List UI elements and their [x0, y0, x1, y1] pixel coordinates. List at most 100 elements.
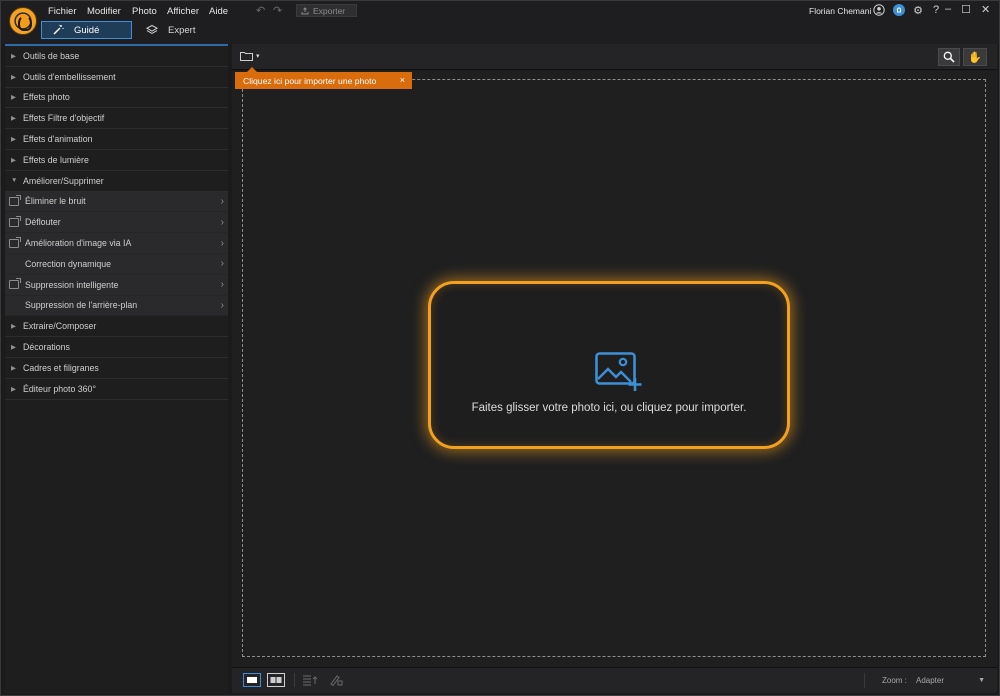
redo-icon[interactable]: ↷: [273, 4, 282, 17]
expand-arrow-icon: ▶: [11, 136, 16, 144]
export-button[interactable]: Exporter: [296, 4, 357, 17]
divider: [294, 673, 295, 687]
sidebar-item-effets-animation[interactable]: ▶ Effets d'animation: [5, 129, 228, 150]
dropdown-arrow-icon: ▼: [978, 676, 985, 684]
zoom-tool-button[interactable]: [938, 48, 960, 66]
dropdown-arrow-icon: ▾: [256, 53, 260, 60]
magnifier-icon: [943, 51, 955, 63]
photo-canvas[interactable]: Cliquez ici pour importer une photo × Fa…: [232, 67, 997, 667]
maximize-icon[interactable]: ☐: [961, 3, 971, 16]
sidebar-subitem-suppression-arriere-plan[interactable]: Suppression de l'arrière-plan ›: [5, 295, 228, 317]
sidebar-subitem-label: Correction dynamique: [25, 258, 112, 269]
tab-guided[interactable]: Guidé: [41, 21, 132, 39]
chevron-right-icon: ›: [220, 279, 224, 291]
chevron-right-icon: ›: [220, 258, 224, 270]
expand-arrow-icon: ▶: [11, 156, 16, 164]
single-view-button[interactable]: [243, 673, 261, 687]
export-label: Exporter: [313, 5, 346, 16]
sidebar-subitem-correction-dynamique[interactable]: Correction dynamique ›: [5, 253, 228, 275]
menu-photo[interactable]: Photo: [132, 6, 157, 17]
sidebar-subitem-amelioration-ia[interactable]: Amélioration d'image via IA ›: [5, 233, 228, 254]
hand-icon: ✋: [968, 51, 982, 64]
settings-gear-icon[interactable]: ⚙: [912, 4, 924, 17]
account-icon[interactable]: [873, 4, 885, 16]
open-folder-button[interactable]: ▾: [240, 51, 260, 61]
collapse-arrow-icon: ▼: [11, 177, 18, 185]
sidebar-item-outils-embellissement[interactable]: ▶ Outils d'embellissement: [5, 67, 228, 88]
tool-icon: [9, 236, 21, 248]
chevron-right-icon: ›: [220, 237, 224, 249]
sidebar-subitem-label: Éliminer le bruit: [25, 196, 86, 207]
menu-fichier[interactable]: Fichier: [48, 6, 77, 17]
folder-icon: [240, 52, 253, 61]
magic-wand-icon: [53, 24, 64, 35]
help-icon[interactable]: ?: [930, 4, 942, 16]
sidebar-item-label: Outils d'embellissement: [23, 71, 116, 82]
sidebar-subitem-eliminer-bruit[interactable]: Éliminer le bruit ›: [5, 191, 228, 213]
menu-aide[interactable]: Aide: [209, 6, 228, 17]
tab-expert[interactable]: Expert: [146, 21, 195, 39]
sidebar-item-label: Cadres et filigranes: [23, 362, 99, 373]
layers-icon: [146, 24, 158, 34]
chevron-right-icon: ›: [220, 299, 224, 311]
zoom-value: Adapter: [916, 675, 945, 685]
sidebar-item-effets-filtre-objectif[interactable]: ▶ Effets Filtre d'objectif: [5, 108, 228, 130]
sidebar-subitem-suppression-intelligente[interactable]: Suppression intelligente ›: [5, 274, 228, 296]
sidebar-item-label: Éditeur photo 360°: [23, 383, 96, 394]
export-icon: [301, 6, 309, 14]
tab-expert-label: Expert: [168, 24, 196, 36]
app-logo: [9, 7, 37, 35]
expand-arrow-icon: ▶: [11, 323, 16, 331]
expand-arrow-icon: ▶: [11, 73, 16, 81]
sidebar-item-label: Effets photo: [23, 92, 70, 103]
sidebar-item-label: Effets de lumière: [23, 154, 89, 165]
photo-dropzone[interactable]: Faites glisser votre photo ici, ou cliqu…: [428, 281, 790, 449]
compare-view-button[interactable]: [267, 673, 285, 687]
user-name[interactable]: Florian Chemani: [809, 6, 871, 16]
sidebar-item-editeur-360[interactable]: ▶ Éditeur photo 360°: [5, 379, 228, 400]
expand-arrow-icon: ▶: [11, 52, 16, 60]
expand-arrow-icon: ▶: [11, 115, 16, 123]
sidebar-item-label: Décorations: [23, 342, 70, 353]
expand-arrow-icon: ▶: [11, 364, 16, 372]
zoom-label: Zoom :: [882, 676, 907, 685]
single-view-icon: [247, 677, 257, 683]
notification-icon[interactable]: [893, 4, 905, 16]
history-icon[interactable]: [302, 673, 318, 691]
expand-arrow-icon: ▶: [11, 385, 16, 393]
sidebar-item-outils-de-base[interactable]: ▶ Outils de base: [5, 46, 228, 67]
sidebar-subitem-label: Suppression intelligente: [25, 279, 119, 290]
sidebar-item-ameliorer-supprimer[interactable]: ▼ Améliorer/Supprimer: [5, 171, 228, 192]
divider: [864, 673, 865, 688]
close-icon[interactable]: ✕: [981, 3, 990, 16]
zoom-select[interactable]: Adapter ▼: [909, 672, 989, 688]
main-workspace: ▾ ✋ Cliquez ici pour importer une photo …: [232, 44, 997, 693]
sidebar-item-decorations[interactable]: ▶ Décorations: [5, 337, 228, 358]
pan-tool-button[interactable]: ✋: [963, 48, 987, 66]
import-tooltip[interactable]: Cliquez ici pour importer une photo ×: [235, 67, 412, 89]
sidebar-item-label: Outils de base: [23, 50, 80, 61]
sidebar-item-label: Effets d'animation: [23, 134, 93, 145]
sidebar-item-extraire-composer[interactable]: ▶ Extraire/Composer: [5, 316, 228, 338]
menu-modifier[interactable]: Modifier: [87, 6, 121, 17]
compare-view-icon: [270, 677, 282, 683]
dropzone-text: Faites glisser votre photo ici, ou cliqu…: [471, 402, 747, 414]
undo-icon[interactable]: ↶: [256, 4, 265, 17]
sidebar-item-cadres-filigranes[interactable]: ▶ Cadres et filigranes: [5, 358, 228, 379]
sidebar-subitem-label: Déflouter: [25, 217, 61, 228]
sidebar-item-effets-photo[interactable]: ▶ Effets photo: [5, 88, 228, 109]
tooltip-close-icon[interactable]: ×: [400, 75, 405, 85]
sidebar-item-effets-lumiere[interactable]: ▶ Effets de lumière: [5, 150, 228, 171]
eraser-brush-icon[interactable]: [329, 673, 343, 691]
menu-afficher[interactable]: Afficher: [167, 6, 199, 17]
import-tooltip-text: Cliquez ici pour importer une photo: [243, 75, 377, 86]
window-controls: – ☐ ✕: [945, 3, 990, 16]
sidebar-tool-panel: ▶ Outils de base ▶ Outils d'embellissement…: [5, 44, 228, 693]
minimize-icon[interactable]: –: [945, 3, 951, 16]
tool-icon: [9, 278, 21, 290]
sidebar-subitem-label: Amélioration d'image via IA: [25, 238, 132, 249]
app-window: Fichier Modifier Photo Afficher Aide ↶ ↷…: [0, 0, 1000, 696]
chevron-right-icon: ›: [220, 216, 224, 228]
sidebar-subitem-deflouter[interactable]: Déflouter ›: [5, 212, 228, 234]
expand-arrow-icon: ▶: [11, 344, 16, 352]
